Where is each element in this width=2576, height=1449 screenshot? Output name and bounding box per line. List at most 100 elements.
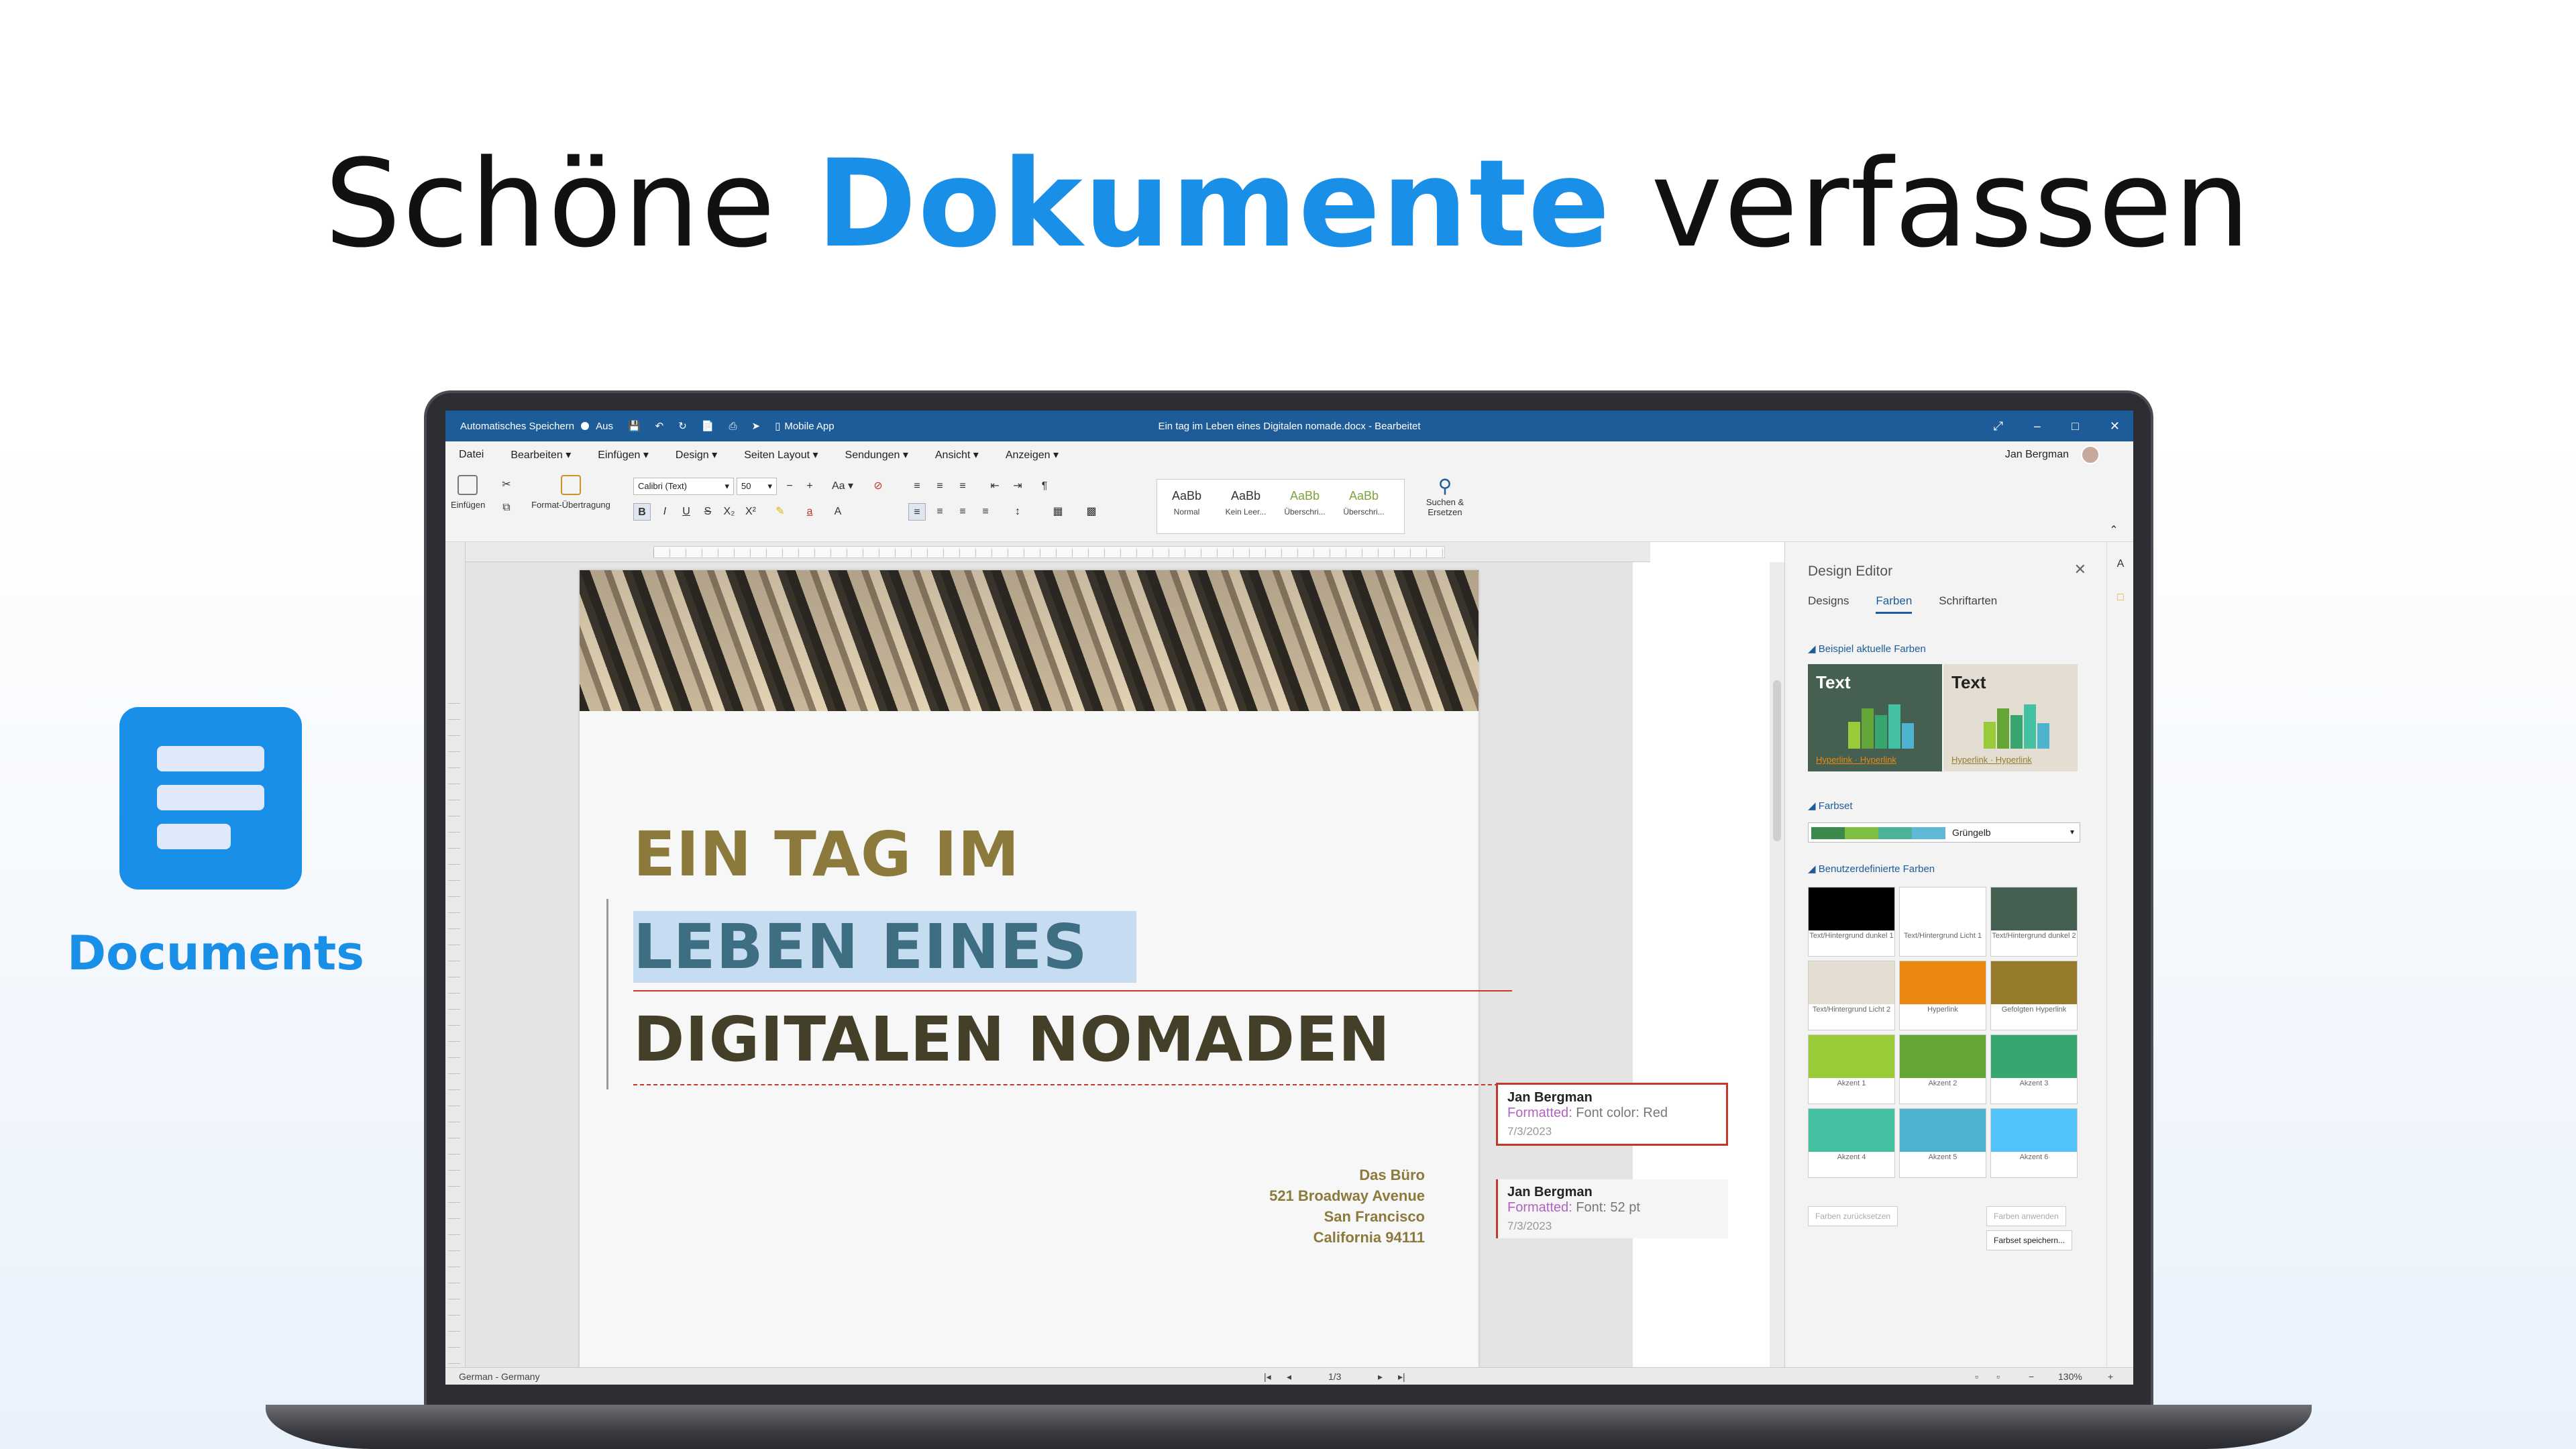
shading-icon[interactable]: ▩ xyxy=(1083,503,1100,521)
style-heading-1[interactable]: AaBb Überschri... xyxy=(1275,480,1334,533)
document-page[interactable]: EIN TAG IM LEBEN EINES DIGITALEN NOMADEN… xyxy=(580,570,1512,1368)
color-swatch[interactable]: Akzent 5 xyxy=(1899,1108,1986,1178)
undo-icon[interactable]: ↶ xyxy=(655,420,664,432)
clear-format-icon[interactable]: ⊘ xyxy=(869,478,887,495)
tab-schriftarten[interactable]: Schriftarten xyxy=(1939,594,1997,614)
reset-colors-button[interactable]: Farben zurücksetzen xyxy=(1808,1206,1898,1226)
color-swatch[interactable]: Akzent 4 xyxy=(1808,1108,1895,1178)
align-left-icon[interactable]: ≡ xyxy=(908,503,926,521)
font-family-select[interactable]: Calibri (Text) ▾ xyxy=(633,478,734,495)
save-icon[interactable]: 💾 xyxy=(628,420,641,432)
print-layout-icon[interactable]: ▫ xyxy=(1975,1371,1978,1382)
align-center-icon[interactable]: ≡ xyxy=(931,503,949,521)
color-swatch[interactable]: Akzent 3 xyxy=(1990,1034,2078,1104)
font-color-icon[interactable]: a xyxy=(801,503,818,521)
copy-icon[interactable]: ⧉ xyxy=(498,499,515,517)
maximize-icon[interactable]: □ xyxy=(2072,419,2079,433)
language-indicator[interactable]: German - Germany xyxy=(459,1371,540,1382)
subscript-button[interactable]: X₂ xyxy=(720,503,738,521)
italic-button[interactable]: I xyxy=(656,503,674,521)
collapse-ribbon-icon[interactable]: ⌃ xyxy=(2105,522,2123,539)
comment-balloon[interactable]: Jan Bergman Formatted: Font: 52 pt 7/3/2… xyxy=(1496,1179,1728,1238)
color-swatch[interactable]: Text/Hintergrund Licht 2 xyxy=(1808,961,1895,1030)
title-line-3[interactable]: DIGITALEN NOMADEN xyxy=(633,1004,1391,1075)
farbset-select[interactable]: Grüngelb ▾ xyxy=(1808,822,2080,843)
redo-icon[interactable]: ↻ xyxy=(678,420,687,432)
section-custom-colors[interactable]: ◢ Benutzerdefinierte Farben xyxy=(1808,863,1935,875)
style-heading-2[interactable]: AaBb Überschri... xyxy=(1334,480,1393,533)
shrink-font-icon[interactable]: − xyxy=(781,478,798,495)
comment-balloon[interactable]: Jan Bergman Formatted: Font color: Red 7… xyxy=(1496,1083,1728,1146)
align-right-icon[interactable]: ≡ xyxy=(954,503,971,521)
web-layout-icon[interactable]: ▫ xyxy=(1996,1371,2000,1382)
section-preview[interactable]: ◢ Beispiel aktuelle Farben xyxy=(1808,643,1926,655)
document-scrollbar[interactable] xyxy=(1770,562,1784,1367)
increase-indent-icon[interactable]: ⇥ xyxy=(1009,478,1026,495)
style-normal[interactable]: AaBb Normal xyxy=(1157,480,1216,533)
first-page-icon[interactable]: |◂ xyxy=(1264,1371,1271,1383)
strikethrough-button[interactable]: S xyxy=(699,503,716,521)
superscript-button[interactable]: X² xyxy=(742,503,759,521)
cut-icon[interactable]: ✂ xyxy=(498,476,515,494)
autosave-toggle[interactable]: Automatisches Speichern Aus xyxy=(460,421,613,432)
last-page-icon[interactable]: ▸| xyxy=(1398,1371,1405,1383)
underline-button[interactable]: U xyxy=(678,503,695,521)
borders-icon[interactable]: ▦ xyxy=(1049,503,1067,521)
color-swatch[interactable]: Text/Hintergrund dunkel 2 xyxy=(1990,887,2078,957)
title-line-1[interactable]: EIN TAG IM xyxy=(633,818,1020,890)
menu-design[interactable]: Design ▾ xyxy=(676,448,717,462)
font-size-select[interactable]: 50 ▾ xyxy=(737,478,777,495)
bullet-list-icon[interactable]: ≡ xyxy=(908,478,926,495)
address-block[interactable]: Das Büro 521 Broadway Avenue San Francis… xyxy=(1269,1165,1425,1248)
multilevel-list-icon[interactable]: ≡ xyxy=(954,478,971,495)
highlight-icon[interactable]: ✎ xyxy=(771,503,789,521)
menu-anzeigen[interactable]: Anzeigen ▾ xyxy=(1006,448,1059,462)
section-farbset[interactable]: ◢ Farbset xyxy=(1808,800,1853,812)
close-icon[interactable]: ✕ xyxy=(2074,561,2086,578)
justify-icon[interactable]: ≡ xyxy=(977,503,994,521)
menu-ansicht[interactable]: Ansicht ▾ xyxy=(935,448,979,462)
print-icon[interactable]: ⎙ xyxy=(729,421,737,432)
line-spacing-icon[interactable]: ↕ xyxy=(1009,503,1026,521)
change-case-button[interactable]: Aa ▾ xyxy=(829,478,856,495)
menu-einfuegen[interactable]: Einfügen ▾ xyxy=(598,448,649,462)
color-swatch[interactable]: Akzent 2 xyxy=(1899,1034,1986,1104)
next-page-icon[interactable]: ▸ xyxy=(1378,1371,1383,1383)
bold-button[interactable]: B xyxy=(633,503,651,521)
mobile-app-button[interactable]: ▯ Mobile App xyxy=(775,420,834,433)
color-swatch[interactable]: Akzent 6 xyxy=(1990,1108,2078,1178)
menu-sendungen[interactable]: Sendungen ▾ xyxy=(845,448,908,462)
format-painter-button[interactable]: Format-Übertragung xyxy=(521,475,621,510)
color-swatch[interactable]: Gefolgten Hyperlink xyxy=(1990,961,2078,1030)
zoom-level[interactable]: 130% xyxy=(2058,1371,2082,1382)
find-replace-button[interactable]: ⚲ Suchen & Ersetzen xyxy=(1411,475,1479,517)
apply-colors-button[interactable]: Farben anwenden xyxy=(1986,1206,2066,1226)
style-no-spacing[interactable]: AaBb Kein Leer... xyxy=(1216,480,1275,533)
pilcrow-icon[interactable]: ¶ xyxy=(1036,478,1053,495)
tab-farben[interactable]: Farben xyxy=(1876,594,1913,614)
color-swatch[interactable]: Text/Hintergrund Licht 1 xyxy=(1899,887,1986,957)
new-doc-icon[interactable]: 📄 xyxy=(702,420,714,432)
save-colorset-button[interactable]: Farbset speichern... xyxy=(1986,1230,2073,1250)
numbered-list-icon[interactable]: ≡ xyxy=(931,478,949,495)
grow-font-icon[interactable]: + xyxy=(801,478,818,495)
color-swatch[interactable]: Text/Hintergrund dunkel 1 xyxy=(1808,887,1895,957)
styles-pane-icon[interactable]: A xyxy=(2112,555,2129,573)
menu-bearbeiten[interactable]: Bearbeiten ▾ xyxy=(511,448,571,462)
zoom-in-icon[interactable]: + xyxy=(2108,1371,2113,1382)
menu-datei[interactable]: Datei xyxy=(459,449,484,461)
paste-button[interactable]: Einfügen xyxy=(451,475,485,510)
color-swatch[interactable]: Hyperlink xyxy=(1899,961,1986,1030)
share-icon[interactable]: ➤ xyxy=(752,420,761,432)
text-effects-icon[interactable]: A xyxy=(829,503,847,521)
comments-icon[interactable]: □ xyxy=(2112,589,2129,606)
title-line-2[interactable]: LEBEN EINES xyxy=(633,911,1136,983)
minimize-icon[interactable]: – xyxy=(2034,419,2041,433)
prev-page-icon[interactable]: ◂ xyxy=(1287,1371,1291,1383)
fullscreen-icon[interactable]: ⤢ xyxy=(1994,419,2003,433)
color-swatch[interactable]: Akzent 1 xyxy=(1808,1034,1895,1104)
scrollbar-thumb[interactable] xyxy=(1773,680,1781,841)
user-account[interactable]: Jan Bergman xyxy=(2005,445,2100,464)
close-icon[interactable]: ✕ xyxy=(2110,419,2120,433)
decrease-indent-icon[interactable]: ⇤ xyxy=(986,478,1004,495)
